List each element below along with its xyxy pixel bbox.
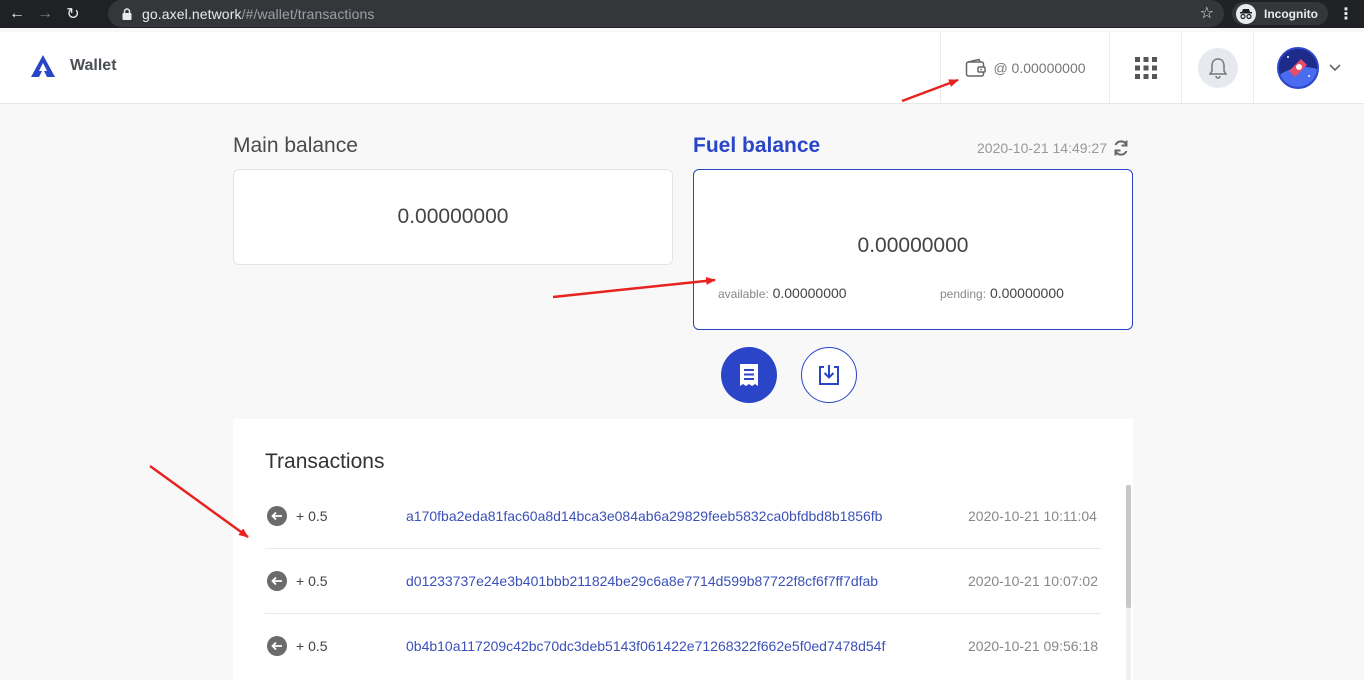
wallet-icon (966, 58, 987, 77)
incoming-arrow-icon (267, 571, 287, 591)
transactions-panel: Transactions + 0.5 a170fba2eda81fac60a8d… (233, 419, 1133, 680)
main-balance-card: 0.00000000 (233, 169, 673, 265)
account-menu[interactable] (1253, 32, 1364, 104)
url-host: go.axel.network (142, 5, 242, 22)
bell-circle (1198, 48, 1238, 88)
tx-time: 2020-10-21 10:11:04 (968, 508, 1097, 524)
tx-time: 2020-10-21 10:07:02 (968, 573, 1098, 589)
axel-logo-icon (31, 55, 55, 77)
tx-hash-link[interactable]: 0b4b10a117209c42bc70dc3deb5143f061422e71… (406, 638, 885, 654)
notifications-button[interactable] (1181, 32, 1254, 104)
pending-label: pending: (940, 287, 987, 301)
address-bar[interactable]: go.axel.network/#/wallet/transactions ☆ (108, 0, 1224, 27)
fuel-balance-card: 0.00000000 available: 0.00000000 pending… (693, 169, 1133, 330)
transactions-button[interactable] (721, 347, 777, 403)
refresh-icon[interactable] (1111, 138, 1131, 158)
browser-menu-icon[interactable]: ⋮ (1338, 4, 1354, 24)
tx-amount: + 0.5 (296, 638, 328, 654)
balance-updated-at: 2020-10-21 14:49:27 (977, 138, 1131, 158)
app-header: Wallet @ 0.00000000 (0, 32, 1364, 104)
fuel-pending: pending: 0.00000000 (940, 285, 1064, 301)
reload-icon[interactable]: ↻ (62, 3, 84, 25)
fuel-balance-value: 0.00000000 (857, 234, 969, 257)
tx-hash-link[interactable]: d01233737e24e3b401bbb211824be29c6a8e7714… (406, 573, 878, 589)
apps-grid-button[interactable] (1109, 32, 1182, 104)
tx-amount: + 0.5 (296, 573, 328, 589)
receipt-icon (740, 364, 758, 386)
fuel-available: available: 0.00000000 (718, 285, 847, 301)
incoming-arrow-icon (267, 506, 287, 526)
updated-timestamp: 2020-10-21 14:49:27 (977, 140, 1107, 156)
scrollbar-thumb[interactable] (1126, 485, 1131, 608)
lock-icon (122, 7, 132, 20)
available-label: available: (718, 287, 769, 301)
incoming-arrow-icon (267, 636, 287, 656)
bell-icon (1208, 58, 1228, 79)
brand-title: Wallet (70, 57, 117, 74)
table-row[interactable]: + 0.5 d01233737e24e3b401bbb211824be29c6a… (265, 549, 1101, 614)
brand[interactable]: Wallet (30, 54, 117, 78)
table-row[interactable]: + 0.5 a170fba2eda81fac60a8d14bca3e084ab6… (265, 484, 1101, 549)
main-balance-title: Main balance (233, 134, 358, 157)
transactions-title: Transactions (265, 450, 385, 473)
bookmark-star-icon[interactable]: ☆ (1200, 3, 1214, 23)
pending-value: 0.00000000 (989, 285, 1064, 301)
wallet-summary[interactable]: @ 0.00000000 (940, 32, 1110, 104)
chevron-down-icon (1329, 61, 1341, 75)
url-text: go.axel.network/#/wallet/transactions (142, 6, 375, 22)
url-path: /#/wallet/transactions (241, 5, 375, 22)
download-tray-icon (819, 365, 839, 385)
annotation-arrow-available (552, 276, 716, 299)
incognito-badge[interactable]: Incognito (1232, 2, 1328, 25)
main-balance-value: 0.00000000 (397, 205, 509, 228)
receive-button[interactable] (801, 347, 857, 403)
tx-hash-link[interactable]: a170fba2eda81fac60a8d14bca3e084ab6a29829… (406, 508, 882, 524)
tx-time: 2020-10-21 09:56:18 (968, 638, 1098, 654)
available-value: 0.00000000 (772, 285, 847, 301)
fuel-balance-title[interactable]: Fuel balance (693, 134, 820, 158)
browser-toolbar: ← → ↻ go.axel.network/#/wallet/transacti… (0, 0, 1364, 28)
back-icon[interactable]: ← (6, 3, 28, 25)
table-row[interactable]: + 0.5 0b4b10a117209c42bc70dc3deb5143f061… (265, 614, 1101, 679)
apps-grid-icon (1135, 57, 1157, 79)
tx-amount: + 0.5 (296, 508, 328, 524)
incognito-icon (1236, 3, 1256, 24)
avatar (1277, 47, 1319, 89)
incognito-label: Incognito (1264, 6, 1318, 21)
forward-icon[interactable]: → (34, 3, 56, 25)
wallet-amount: @ 0.00000000 (993, 60, 1086, 76)
